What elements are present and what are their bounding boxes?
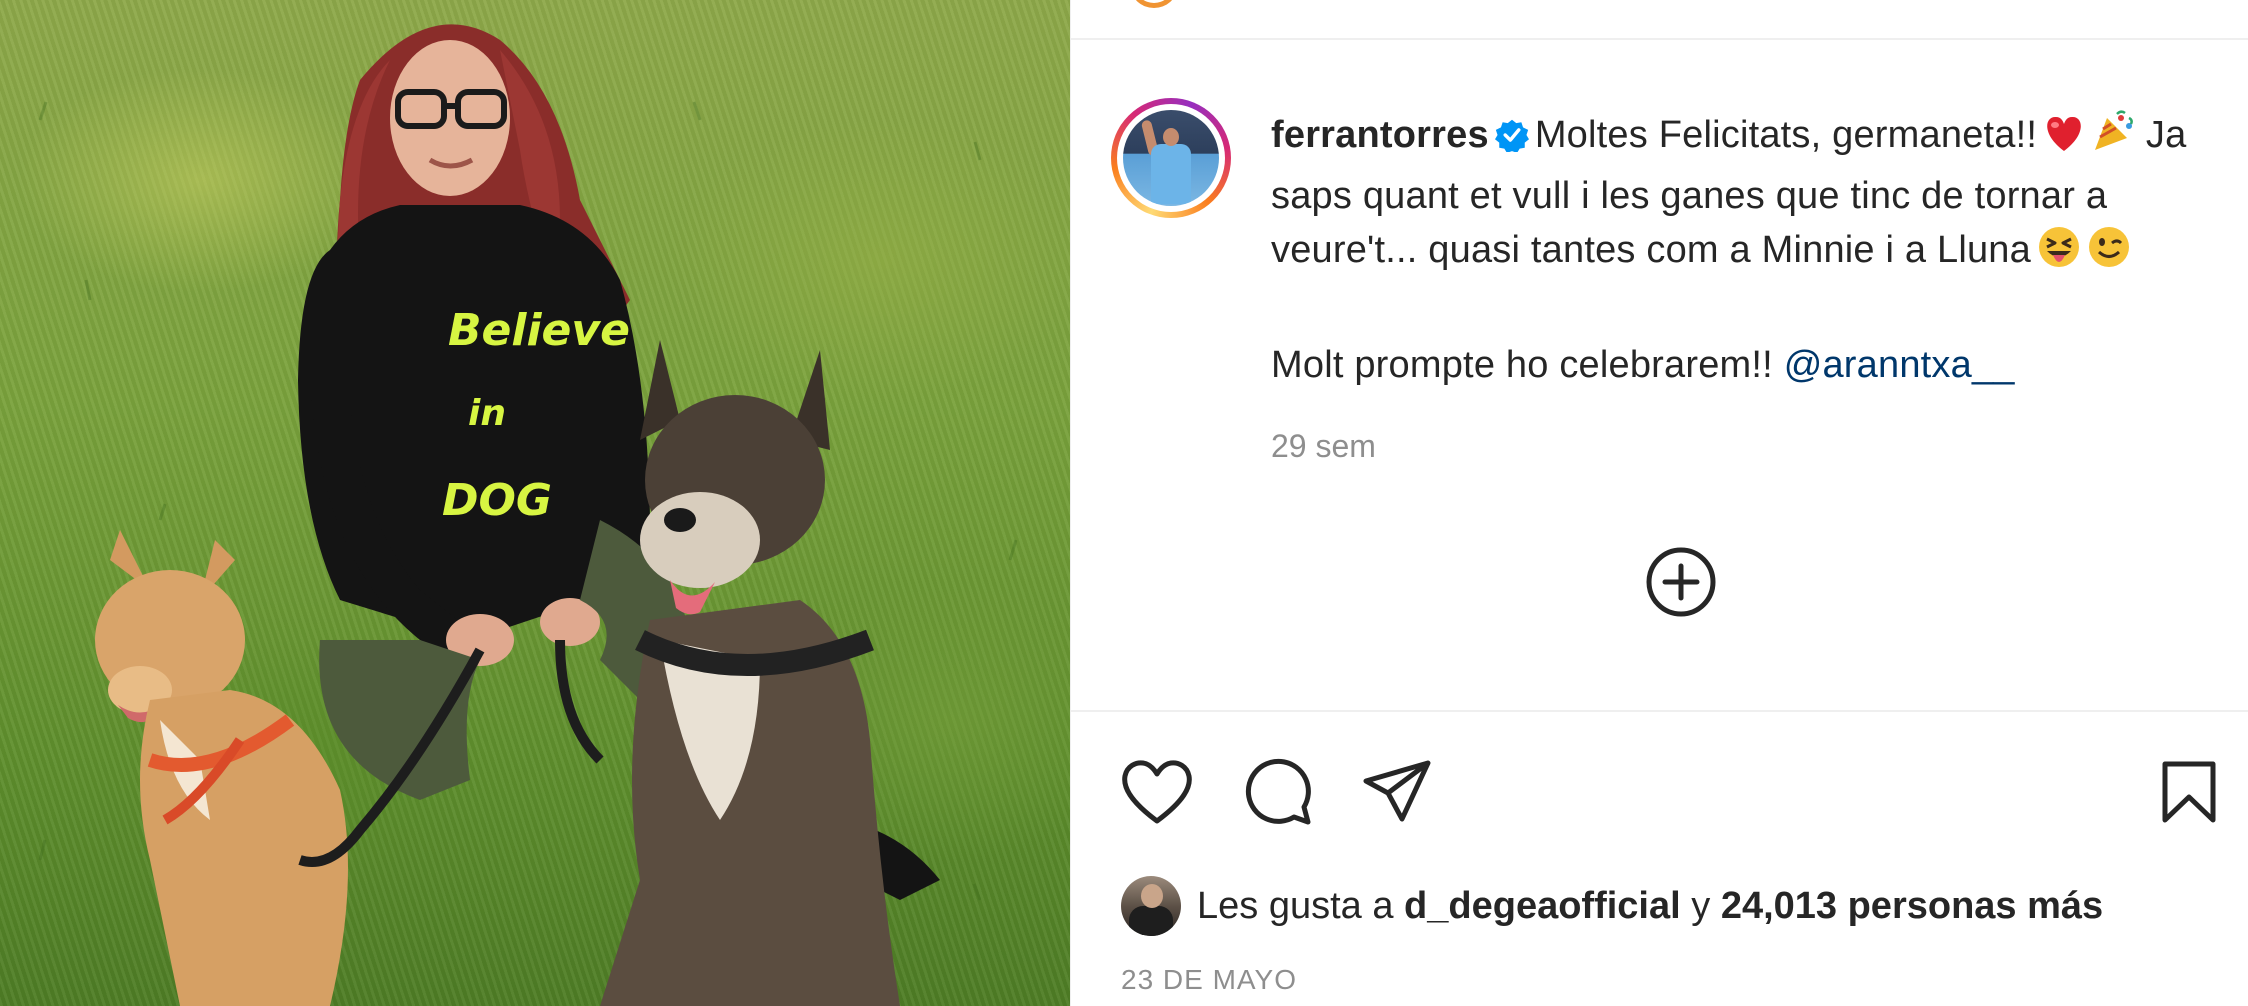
post-photo[interactable]: Believe in DOG [0,0,1070,1006]
liker-username-link[interactable]: d_degeaofficial [1404,885,1681,928]
post-caption: ferrantorres Moltes Felicitats, germaneta… [1271,108,2221,392]
verified-badge-icon [1494,113,1529,167]
add-circle-icon [1646,547,1716,617]
post-detail-panel: ferrantorres Moltes Felicitats, germaneta… [1070,0,2248,1006]
photo-illustration: Believe in DOG [38,24,1018,1006]
heart-icon [1122,760,1192,824]
caption-line-3: Molt prompte ho celebrarem!! [1271,344,1773,386]
post-actions-bar [1071,752,2248,832]
party-popper-icon [2091,110,2135,169]
squinting-face-with-tongue-icon [2037,225,2081,284]
caption-line-1: Moltes Felicitats, germaneta!! [1534,114,2038,156]
share-icon [1363,760,1431,822]
liker-avatar[interactable] [1121,876,1181,936]
save-button[interactable] [2149,752,2229,832]
load-more-comments-button[interactable] [1643,544,1719,620]
red-heart-icon [2043,114,2085,169]
comment-button[interactable] [1237,752,1317,832]
svg-text:in: in [468,393,506,434]
likes-conjunction: y [1691,884,1711,927]
mention-link[interactable]: @aranntxa__ [1784,344,2015,386]
likes-prefix: Les gusta a [1197,884,1394,927]
svg-text:Believe: Believe [448,305,630,356]
author-avatar[interactable] [1111,98,1231,218]
header-avatar-ring[interactable] [1131,0,1177,8]
divider [1071,38,2248,40]
svg-text:DOG: DOG [442,475,552,526]
likes-summary: Les gusta a d_degeaofficial y 24,013 per… [1121,874,2103,938]
author-username-link[interactable]: ferrantorres [1271,114,1489,156]
comment-icon [1245,758,1311,825]
post-date[interactable]: 23 DE MAYO [1121,964,1297,996]
like-button[interactable] [1117,752,1197,832]
likes-count-link[interactable]: 24,013 personas más [1721,885,2103,928]
share-button[interactable] [1357,752,1437,832]
winking-face-icon [2087,225,2131,284]
bookmark-icon [2162,761,2216,823]
divider [1071,710,2248,712]
caption-timestamp[interactable]: 29 sem [1271,428,1376,465]
